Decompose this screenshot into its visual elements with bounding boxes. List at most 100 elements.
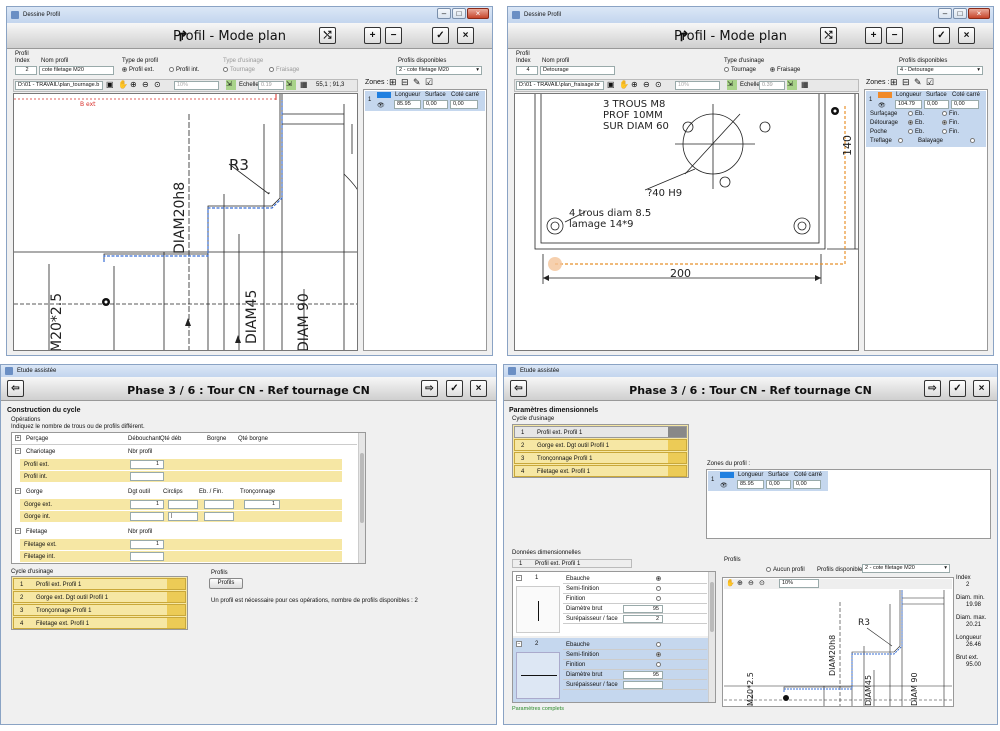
- filetage-int-count[interactable]: [130, 552, 164, 561]
- group-percage[interactable]: + Perçage Débouchant Qté déb Borgne Qté …: [12, 433, 357, 445]
- aucun-radio[interactable]: Aucun profil: [766, 567, 805, 573]
- collapse-icon[interactable]: −: [516, 641, 522, 647]
- param-row[interactable]: Semi-finition: [563, 584, 707, 594]
- echelle-field[interactable]: 0.39: [759, 81, 785, 90]
- row-filetage-ext[interactable]: Filetage ext. 1: [20, 539, 342, 550]
- type-ext-radio[interactable]: Profil ext.: [122, 67, 154, 73]
- param-radio[interactable]: [656, 662, 661, 667]
- zoom-select[interactable]: 10%: [675, 81, 720, 90]
- zone-remove-icon[interactable]: ⊟: [902, 77, 910, 88]
- disponibles-select[interactable]: 2 - cote filetage M20 ▾: [396, 66, 482, 75]
- param-row[interactable]: Diamètre brut 95: [563, 604, 707, 614]
- close-icon[interactable]: ×: [467, 8, 489, 19]
- collapse-icon[interactable]: −: [15, 528, 21, 534]
- zone-validate-icon[interactable]: ☑: [926, 77, 934, 88]
- cycle-item-4[interactable]: 4 Filetage ext. Profil 1: [514, 465, 687, 477]
- surfacage-fin-radio[interactable]: Fin.: [942, 111, 959, 117]
- zone-color-swatch[interactable]: [377, 92, 391, 98]
- zone-cote[interactable]: 0,00: [450, 100, 478, 109]
- type-int-radio[interactable]: Profil int.: [169, 67, 199, 73]
- zone-surface[interactable]: 0,00: [924, 100, 949, 109]
- zoom-select[interactable]: 10%: [174, 81, 219, 90]
- surfacage-eb-radio[interactable]: Eb.: [908, 111, 924, 117]
- row-profil-ext[interactable]: Profil ext. 1: [20, 459, 342, 470]
- measure-icon[interactable]: ⇲: [787, 80, 797, 90]
- zone-longueur[interactable]: 85.95: [394, 100, 421, 109]
- fraisage-radio[interactable]: Fraisage: [770, 67, 800, 73]
- zoom-out-icon[interactable]: ⊖: [142, 80, 149, 89]
- scrollbar[interactable]: [358, 433, 365, 563]
- param-field[interactable]: 2: [623, 615, 663, 623]
- zone-remove-icon[interactable]: ⊟: [401, 77, 409, 88]
- zone-eye-icon[interactable]: 👁: [720, 482, 728, 489]
- validate-button[interactable]: ✓: [446, 380, 463, 397]
- gorge-ext-count[interactable]: 1: [130, 500, 164, 509]
- zones-table-row[interactable]: 1 👁 Longueur Surface Coté carré 85.95 0,…: [365, 91, 485, 111]
- disponibles-select[interactable]: 4 - Detourage ▾: [897, 66, 983, 75]
- param-radio[interactable]: [656, 596, 661, 601]
- row-filetage-int[interactable]: Filetage int.: [20, 551, 342, 562]
- zones-table-row[interactable]: 1 👁 Longueur Surface Coté carré 85.95 0,…: [708, 471, 828, 491]
- remove-button[interactable]: −: [385, 27, 402, 44]
- param-row[interactable]: Ebauche: [563, 574, 707, 584]
- cycle-item-4[interactable]: 4 Filetage ext. Profil 1: [13, 617, 186, 629]
- close-button[interactable]: ×: [457, 27, 474, 44]
- zoom-fit-icon[interactable]: ⊙: [154, 80, 161, 89]
- maximize-icon[interactable]: □: [953, 8, 967, 19]
- shuffle-button[interactable]: ⤭: [319, 27, 336, 44]
- forward-button[interactable]: ⇨: [924, 380, 941, 397]
- collapse-icon[interactable]: −: [516, 575, 522, 581]
- balayage-radio[interactable]: Balayage: [918, 138, 943, 144]
- gorge-int-ebfin[interactable]: [204, 512, 234, 521]
- zone-cote[interactable]: 0,00: [951, 100, 979, 109]
- zone-longueur[interactable]: 85.95: [737, 480, 764, 489]
- file-path-field[interactable]: D:\01 - TRAVAIL\plan_fraisage.br: [516, 81, 604, 90]
- filetage-ext-count[interactable]: 1: [130, 540, 164, 549]
- scrollbar[interactable]: [708, 572, 715, 702]
- zoom-fit-icon[interactable]: ⊙: [759, 579, 765, 587]
- zone-add-icon[interactable]: ⊞: [890, 77, 898, 88]
- donnees-selected[interactable]: 1 Profil ext. Profil 1: [512, 559, 632, 568]
- tournage-radio[interactable]: Tournage: [223, 67, 255, 73]
- validate-button[interactable]: ✓: [933, 27, 950, 44]
- zoom-select[interactable]: 10%: [779, 579, 819, 588]
- close-button[interactable]: ×: [470, 380, 487, 397]
- tournage-radio[interactable]: Tournage: [724, 67, 756, 73]
- profils-button[interactable]: Profils: [209, 578, 243, 589]
- cad-canvas[interactable]: R3 DIAM20h8 M20*2.5 DIAM45 DIAM 90: [724, 590, 952, 706]
- zoom-fit-icon[interactable]: ⊙: [655, 80, 662, 89]
- profil-int-count[interactable]: [130, 472, 164, 481]
- param-radio[interactable]: [656, 576, 661, 581]
- fraisage-radio[interactable]: Fraisage: [269, 67, 299, 73]
- poche-eb-radio[interactable]: Eb.: [908, 129, 924, 135]
- param-row[interactable]: Finition: [563, 660, 707, 670]
- echelle-field[interactable]: 0.19: [258, 81, 284, 90]
- param-row[interactable]: Ebauche: [563, 640, 707, 650]
- cycle-item-3[interactable]: 3 Tronçonnage Profil 1: [13, 604, 186, 616]
- zoom-in-icon[interactable]: ⊕: [130, 80, 137, 89]
- scale-icon[interactable]: ⇲: [727, 80, 737, 90]
- detourage-eb-radio[interactable]: Eb.: [908, 120, 924, 126]
- zoom-out-icon[interactable]: ⊖: [643, 80, 650, 89]
- collapse-icon[interactable]: −: [15, 488, 21, 494]
- folder-icon[interactable]: ▣: [106, 80, 114, 89]
- cycle-item-1[interactable]: 1 Profil ext. Profil 1: [13, 578, 186, 590]
- zone-eye-icon[interactable]: 👁: [878, 102, 886, 109]
- treflage-radio[interactable]: [898, 138, 905, 144]
- grid-icon[interactable]: ▦: [801, 80, 809, 89]
- cad-canvas[interactable]: 3 TROUS M8 PROF 10MM SUR DIAM 60 ?40 H9 …: [514, 93, 859, 351]
- hand-icon[interactable]: ✋: [118, 80, 128, 89]
- close-button[interactable]: ×: [958, 27, 975, 44]
- remove-button[interactable]: −: [886, 27, 903, 44]
- gorge-int-count[interactable]: [130, 512, 164, 521]
- disponibles-select[interactable]: 2 - cote filetage M20 ▾: [862, 564, 950, 573]
- gorge-ext-ebfin[interactable]: [204, 500, 234, 509]
- cad-canvas[interactable]: B ext R3 DIAM20h8 M20*2.5 DIAM45 DIAM 90: [13, 93, 358, 351]
- gorge-int-circlips[interactable]: |: [168, 512, 198, 521]
- param-field[interactable]: 95: [623, 671, 663, 679]
- hand-icon[interactable]: ✋: [726, 579, 735, 587]
- zone-validate-icon[interactable]: ☑: [425, 77, 433, 88]
- nom-field[interactable]: Detourage: [540, 66, 615, 75]
- group-filetage[interactable]: − Filetage Nbr profil: [12, 526, 357, 538]
- title-bar[interactable]: Etude assistée: [1, 365, 496, 377]
